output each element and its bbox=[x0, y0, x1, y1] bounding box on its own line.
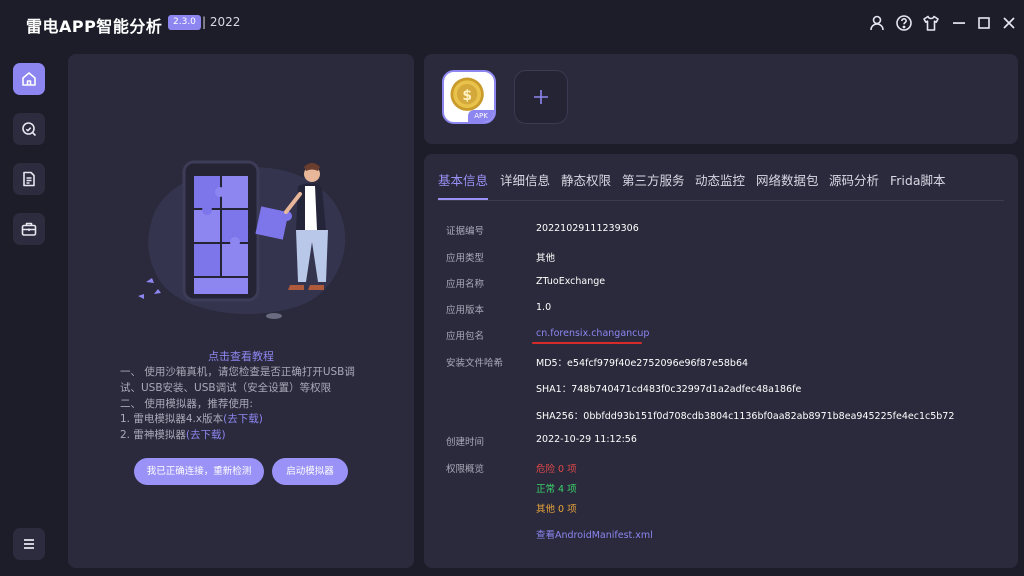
package-name-value[interactable]: cn.forensix.changancup bbox=[536, 328, 649, 339]
plus-icon bbox=[534, 90, 548, 104]
tab-third-party-services[interactable]: 第三方服务 bbox=[622, 170, 685, 189]
tab-basic-info[interactable]: 基本信息 bbox=[438, 170, 488, 189]
tutorial-link[interactable]: 点击查看教程 bbox=[68, 348, 414, 364]
toolbox-icon bbox=[21, 222, 37, 236]
tab-network-packets[interactable]: 网络数据包 bbox=[756, 170, 819, 189]
created-time-label: 创建时间 bbox=[446, 437, 485, 448]
close-icon[interactable] bbox=[1000, 14, 1018, 32]
instruction-line-4: 1. 雷电模拟器4.x版本(去下载) bbox=[120, 411, 263, 426]
cert-no-label: 证据编号 bbox=[446, 226, 485, 237]
permissions-label: 权限概览 bbox=[446, 464, 485, 475]
app-name-label: 应用名称 bbox=[446, 279, 485, 290]
add-apk-button[interactable] bbox=[514, 70, 568, 124]
created-time-value: 2022-10-29 11:12:56 bbox=[536, 434, 637, 445]
nav-home-button[interactable] bbox=[13, 63, 45, 95]
permission-danger-count: 危险 0 项 bbox=[536, 464, 577, 475]
tab-static-permissions[interactable]: 静态权限 bbox=[561, 170, 611, 189]
apk-list-panel: $ APK bbox=[424, 54, 1018, 144]
tab-source-analysis[interactable]: 源码分析 bbox=[829, 170, 879, 189]
instruction-line-3: 二、 使用模拟器，推荐使用: bbox=[120, 398, 253, 410]
title-bar: 雷电APP智能分析 2.3.0 | 2022 bbox=[0, 0, 1024, 46]
sha256-value: SHA256：0bbfdd93b151f0d708cdb3804c1136bf0… bbox=[536, 411, 955, 422]
md5-value: MD5：e54fcf979f40e2752096e96f87e58b64 bbox=[536, 358, 749, 369]
app-version-value: 1.0 bbox=[536, 302, 552, 313]
view-manifest-link[interactable]: 查看AndroidManifest.xml bbox=[536, 527, 653, 541]
home-icon bbox=[22, 72, 36, 86]
puzzle-illustration bbox=[138, 160, 346, 319]
download-leishen-link[interactable]: (去下载) bbox=[186, 429, 226, 441]
permission-other-count: 其他 0 项 bbox=[536, 504, 577, 515]
scan-icon bbox=[22, 122, 37, 137]
apk-tag: APK bbox=[468, 110, 494, 122]
instruction-line-5-text: 2. 雷神模拟器 bbox=[120, 429, 186, 441]
nav-toolbox-button[interactable] bbox=[13, 213, 45, 245]
menu-icon bbox=[24, 539, 34, 549]
tab-frida-script[interactable]: Frida脚本 bbox=[890, 170, 946, 189]
instruction-line-5: 2. 雷神模拟器(去下载) bbox=[120, 427, 226, 442]
app-type-value: 其他 bbox=[536, 253, 556, 264]
recheck-connection-button[interactable]: 我已正确连接，重新检测 bbox=[134, 458, 264, 485]
minimize-icon[interactable] bbox=[950, 14, 968, 32]
instruction-line-2: 试、USB安装、USB调试（安全设置）等权限 bbox=[120, 382, 332, 394]
help-icon[interactable] bbox=[895, 14, 913, 32]
app-info-panel: 基本信息 详细信息 静态权限 第三方服务 动态监控 网络数据包 源码分析 Fri… bbox=[424, 154, 1018, 568]
instruction-line-1: 一、 使用沙箱真机，请您检查是否正确打开USB调 bbox=[120, 366, 355, 378]
nav-report-button[interactable] bbox=[13, 163, 45, 195]
user-icon[interactable] bbox=[868, 14, 886, 32]
nav-menu-button[interactable] bbox=[13, 528, 45, 560]
sha1-value: SHA1：748b740471cd483f0c32997d1a2adfec48a… bbox=[536, 384, 802, 395]
nav-scan-button[interactable] bbox=[13, 113, 45, 145]
shirt-icon[interactable] bbox=[922, 14, 940, 32]
highlight-underline bbox=[532, 342, 642, 344]
tab-divider bbox=[438, 200, 1004, 201]
svg-text:$: $ bbox=[462, 88, 472, 104]
app-version-label: 应用版本 bbox=[446, 305, 485, 316]
maximize-icon[interactable] bbox=[975, 14, 993, 32]
permission-normal-count: 正常 4 项 bbox=[536, 484, 577, 495]
connection-guide-panel: 点击查看教程 一、 使用沙箱真机，请您检查是否正确打开USB调 试、USB安装、… bbox=[68, 54, 414, 568]
download-leidian-link[interactable]: (去下载) bbox=[223, 413, 263, 425]
start-emulator-button[interactable]: 启动模拟器 bbox=[272, 458, 348, 485]
hash-label: 安装文件哈希 bbox=[446, 358, 504, 369]
tab-detail-info[interactable]: 详细信息 bbox=[500, 170, 550, 189]
app-type-label: 应用类型 bbox=[446, 253, 485, 264]
left-nav-rail bbox=[0, 46, 58, 576]
year-label: | 2022 bbox=[202, 15, 241, 29]
app-title: 雷电APP智能分析 bbox=[26, 17, 163, 36]
tab-dynamic-monitor[interactable]: 动态监控 bbox=[695, 170, 745, 189]
apk-app-icon[interactable]: $ APK bbox=[442, 70, 496, 124]
cert-no-value: 20221029111239306 bbox=[536, 223, 639, 234]
document-icon bbox=[23, 171, 35, 187]
app-name-value: ZTuoExchange bbox=[536, 276, 606, 287]
package-name-label: 应用包名 bbox=[446, 331, 485, 342]
version-badge: 2.3.0 bbox=[168, 15, 201, 30]
instruction-line-4-text: 1. 雷电模拟器4.x版本 bbox=[120, 413, 224, 425]
